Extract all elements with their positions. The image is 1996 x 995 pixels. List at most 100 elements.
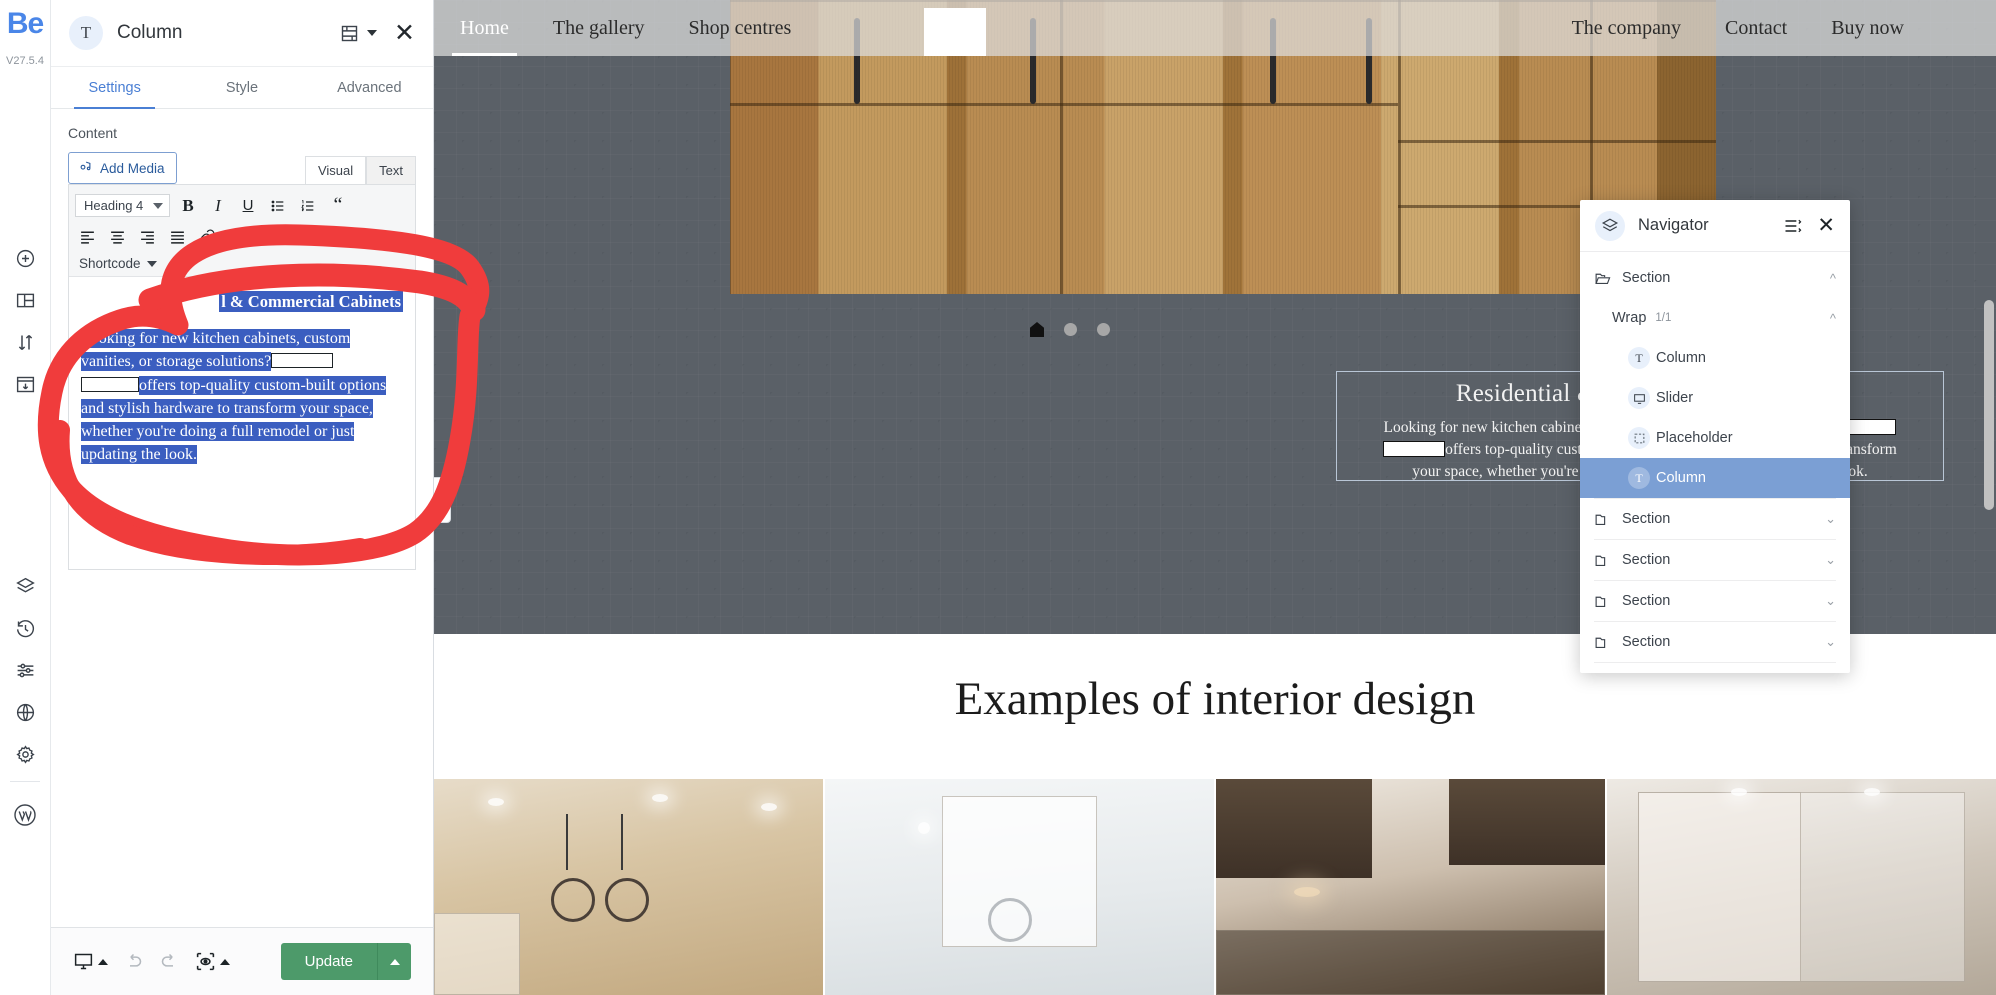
bulleted-list-icon[interactable]: [266, 194, 290, 218]
site-navigation: Home The gallery Shop centres The compan…: [434, 0, 1996, 56]
reorder-updown-icon[interactable]: [0, 321, 51, 363]
nav-item-home[interactable]: Home: [438, 0, 531, 56]
panel-layout-icon[interactable]: [339, 23, 360, 44]
insert-more-icon[interactable]: [225, 225, 249, 249]
editor-heading: l & Commercial Cabinets: [219, 291, 403, 312]
update-button[interactable]: Update: [280, 943, 411, 980]
slider-dot-2[interactable]: [1064, 323, 1077, 336]
chevron-up-icon[interactable]: ^: [1830, 311, 1836, 326]
tree-row-section-3[interactable]: Section ⌄: [1580, 540, 1850, 580]
gallery-image-1[interactable]: [434, 779, 825, 995]
nav-item-the-gallery[interactable]: The gallery: [531, 0, 667, 56]
tab-text[interactable]: Text: [366, 156, 416, 184]
chevron-down-icon[interactable]: ⌄: [1825, 511, 1836, 527]
save-template-icon[interactable]: [0, 363, 51, 405]
toolbar-toggle-icon[interactable]: [255, 225, 279, 249]
tree-wrap-count: 1/1: [1655, 312, 1672, 324]
tree-row-wrap[interactable]: Wrap 1/1 ^: [1580, 298, 1850, 338]
add-element-icon[interactable]: [0, 237, 51, 279]
nav-left-group: Home The gallery Shop centres: [438, 0, 813, 56]
tree-row-placeholder[interactable]: Placeholder: [1580, 418, 1850, 458]
promo-redacted-blank-2: [1383, 441, 1446, 457]
gallery-image-3[interactable]: [1216, 779, 1607, 995]
chevron-down-icon[interactable]: ⌄: [1825, 634, 1836, 650]
close-icon[interactable]: ✕: [1817, 215, 1835, 236]
nav-item-the-company[interactable]: The company: [1550, 0, 1703, 56]
history-icon[interactable]: [0, 607, 51, 649]
layers-icon[interactable]: [0, 565, 51, 607]
tree-row-column-1[interactable]: T Column: [1580, 338, 1850, 378]
placeholder-icon: [1628, 427, 1650, 449]
tree-row-section-2[interactable]: Section ⌄: [1580, 499, 1850, 539]
add-media-button[interactable]: Add Media: [68, 152, 177, 184]
chevron-down-icon[interactable]: [367, 30, 378, 36]
nav-item-buy-now[interactable]: Buy now: [1809, 0, 1926, 56]
tab-advanced[interactable]: Advanced: [306, 67, 433, 108]
editor-content-area[interactable]: l & Commercial Cabinets Looking for new …: [69, 277, 415, 569]
close-icon[interactable]: ✕: [394, 20, 415, 46]
canvas-scrollbar-thumb[interactable]: [1984, 300, 1994, 510]
tree-label: Section: [1622, 634, 1671, 650]
link-icon[interactable]: [195, 225, 219, 249]
gallery-image-2[interactable]: [825, 779, 1216, 995]
sidebar-collapse-handle[interactable]: ‹: [434, 477, 451, 523]
canvas-scrollbar[interactable]: [1982, 0, 1996, 995]
align-right-icon[interactable]: [135, 225, 159, 249]
editor-app: Be V27.5.4 T Column ✕ Settings Style Adv…: [0, 0, 1996, 995]
content-section-label: Content: [68, 125, 118, 141]
tree-row-section-4[interactable]: Section ⌄: [1580, 581, 1850, 621]
tree-row-section-5[interactable]: Section ⌄: [1580, 622, 1850, 662]
chevron-down-icon[interactable]: ⌄: [1825, 593, 1836, 609]
tree-row-section-1[interactable]: Section ^: [1580, 258, 1850, 298]
layout-columns-icon[interactable]: [0, 279, 51, 321]
tree-label: Section: [1622, 270, 1671, 286]
update-options-arrow[interactable]: [377, 943, 411, 980]
tree-label: Section: [1622, 511, 1671, 527]
globe-icon[interactable]: [0, 691, 51, 733]
slider-dot-1-active[interactable]: [1030, 322, 1044, 337]
wordpress-icon[interactable]: [0, 794, 51, 836]
gallery-image-4[interactable]: [1607, 779, 1996, 995]
nav-item-shop-centres[interactable]: Shop centres: [667, 0, 814, 56]
preview-eye-icon[interactable]: [195, 951, 230, 972]
tree-label: Placeholder: [1656, 430, 1733, 446]
align-justify-icon[interactable]: [165, 225, 189, 249]
tab-visual[interactable]: Visual: [304, 156, 367, 184]
tree-row-column-2-selected[interactable]: T Column: [1580, 458, 1850, 498]
nav-item-contact[interactable]: Contact: [1703, 0, 1809, 56]
blockquote-button[interactable]: “: [326, 194, 350, 218]
tab-style[interactable]: Style: [178, 67, 305, 108]
chevron-up-icon[interactable]: ^: [1830, 271, 1836, 286]
redo-icon[interactable]: [159, 951, 180, 972]
nav-right-group: The company Contact Buy now: [1550, 0, 1926, 56]
editor-toolbar: Heading 4 B I U “ Shortcode: [69, 185, 415, 277]
tree-row-slider[interactable]: Slider: [1580, 378, 1850, 418]
settings-sliders-icon[interactable]: [0, 649, 51, 691]
align-center-icon[interactable]: [105, 225, 129, 249]
undo-icon[interactable]: [123, 951, 144, 972]
desktop-preview-icon[interactable]: [73, 951, 108, 972]
shortcode-label: Shortcode: [79, 256, 141, 271]
list-options-icon[interactable]: [1783, 216, 1803, 236]
text-column-icon: T: [1628, 347, 1650, 369]
chevron-down-icon[interactable]: ⌄: [1825, 552, 1836, 568]
toolbar-row-1: Heading 4 B I U “: [75, 190, 409, 221]
tab-settings[interactable]: Settings: [51, 67, 178, 109]
align-left-icon[interactable]: [75, 225, 99, 249]
format-select[interactable]: Heading 4: [75, 194, 170, 217]
folder-icon: [1594, 511, 1616, 528]
tree-label: Section: [1622, 593, 1671, 609]
italic-button[interactable]: I: [206, 194, 230, 218]
numbered-list-icon[interactable]: [296, 194, 320, 218]
slider-dot-3[interactable]: [1097, 323, 1110, 336]
underline-button[interactable]: U: [236, 194, 260, 218]
layers-icon: [1595, 210, 1625, 241]
editor-redacted-blank-1: [271, 353, 334, 369]
editor-top-row: Add Media Visual Text: [68, 152, 416, 184]
shortcode-dropdown[interactable]: Shortcode: [75, 252, 409, 273]
gear-icon[interactable]: [0, 733, 51, 775]
bold-button[interactable]: B: [176, 194, 200, 218]
slider-pagination: [1030, 322, 1110, 337]
tree-divider: [1594, 662, 1836, 663]
chevron-down-icon: [146, 260, 157, 267]
